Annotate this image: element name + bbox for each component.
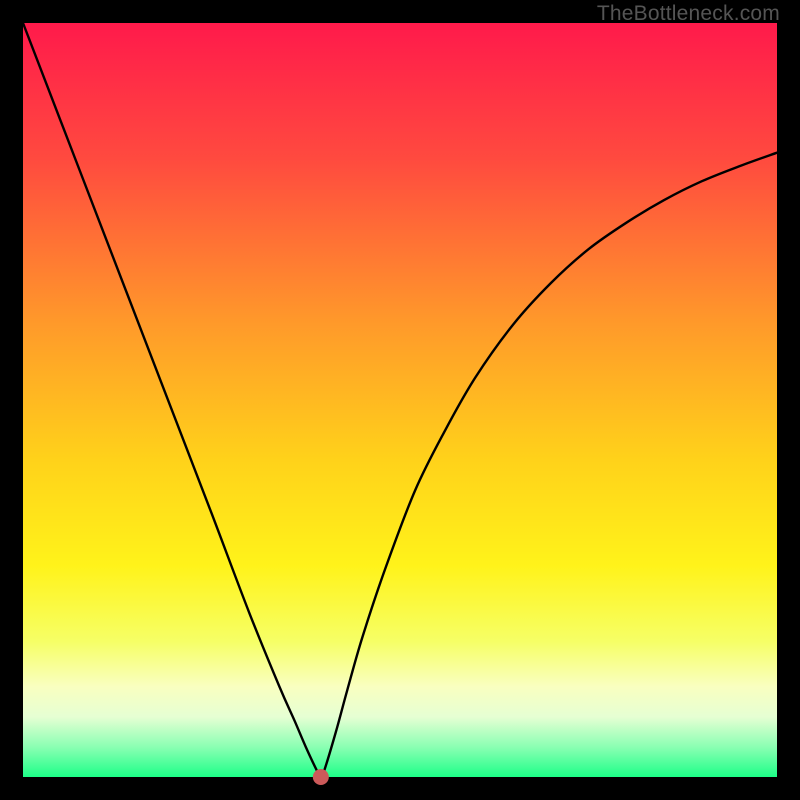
chart-frame: TheBottleneck.com bbox=[0, 0, 800, 800]
chart-plot-area bbox=[23, 23, 777, 777]
optimum-point-marker bbox=[313, 769, 329, 785]
chart-svg bbox=[23, 23, 777, 777]
bottleneck-curve bbox=[23, 23, 777, 777]
watermark-text: TheBottleneck.com bbox=[597, 2, 780, 26]
